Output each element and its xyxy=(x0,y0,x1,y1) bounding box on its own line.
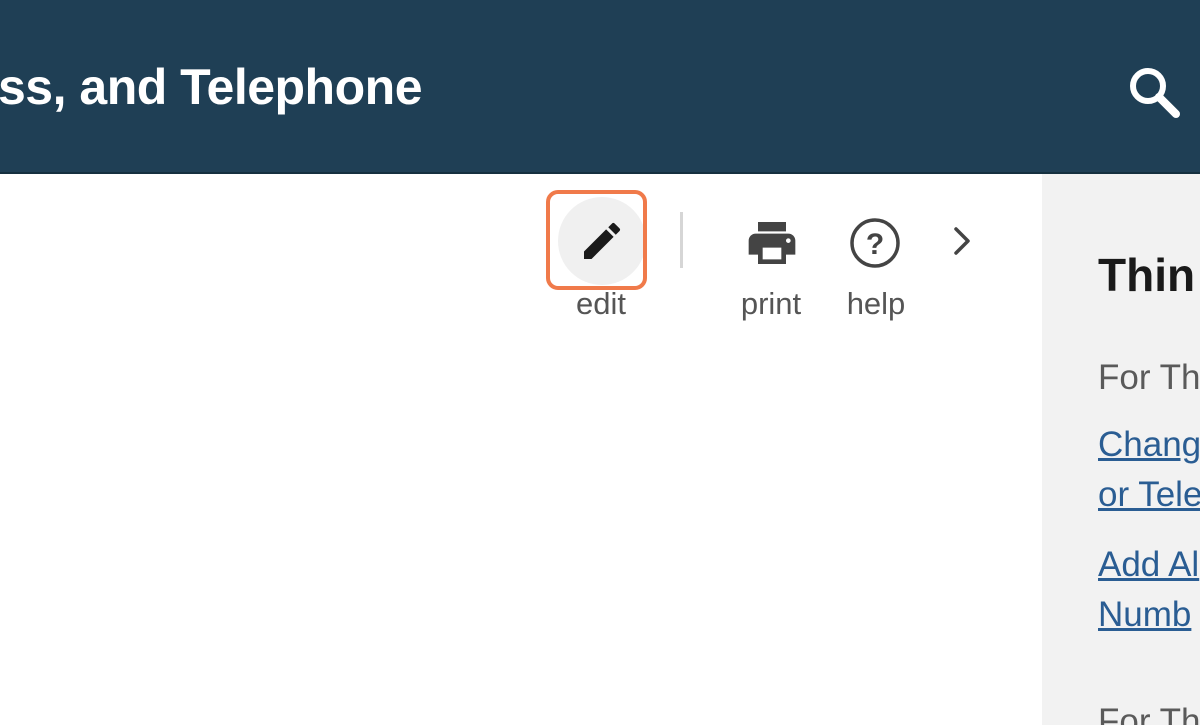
edit-highlight-frame xyxy=(546,190,647,290)
header-bar: ss, and Telephone xyxy=(0,0,1200,172)
help-label: help xyxy=(846,286,906,321)
change-link-line1: Chang xyxy=(1098,425,1200,464)
toolbar-separator xyxy=(680,212,683,268)
add-link-line1: Add Al xyxy=(1098,545,1200,584)
print-label: print xyxy=(740,286,802,321)
printer-icon xyxy=(748,222,796,264)
panel-title: Thin xyxy=(1098,249,1196,301)
chevron-right-icon xyxy=(954,227,970,255)
panel-subheading: For Th xyxy=(1098,358,1200,397)
add-link-line2: Numb xyxy=(1098,595,1192,634)
page-title: ss, and Telephone xyxy=(0,59,423,115)
things-to-do-panel: Thin For Th Chang or Tele Add Al Numb Fo… xyxy=(1042,174,1200,725)
help-circle-icon: ? xyxy=(850,218,900,268)
add-link[interactable]: Add Al Numb xyxy=(1098,540,1200,640)
svg-text:?: ? xyxy=(866,228,884,261)
change-link-line2: or Tele xyxy=(1098,475,1200,514)
panel-subheading-2: For Th xyxy=(1098,702,1200,725)
edit-label: edit xyxy=(576,286,626,321)
more-button[interactable] xyxy=(940,215,988,267)
change-link[interactable]: Chang or Tele xyxy=(1098,420,1200,520)
search-icon xyxy=(1130,68,1180,118)
header-divider xyxy=(0,172,1200,174)
search-button[interactable] xyxy=(1122,60,1186,124)
